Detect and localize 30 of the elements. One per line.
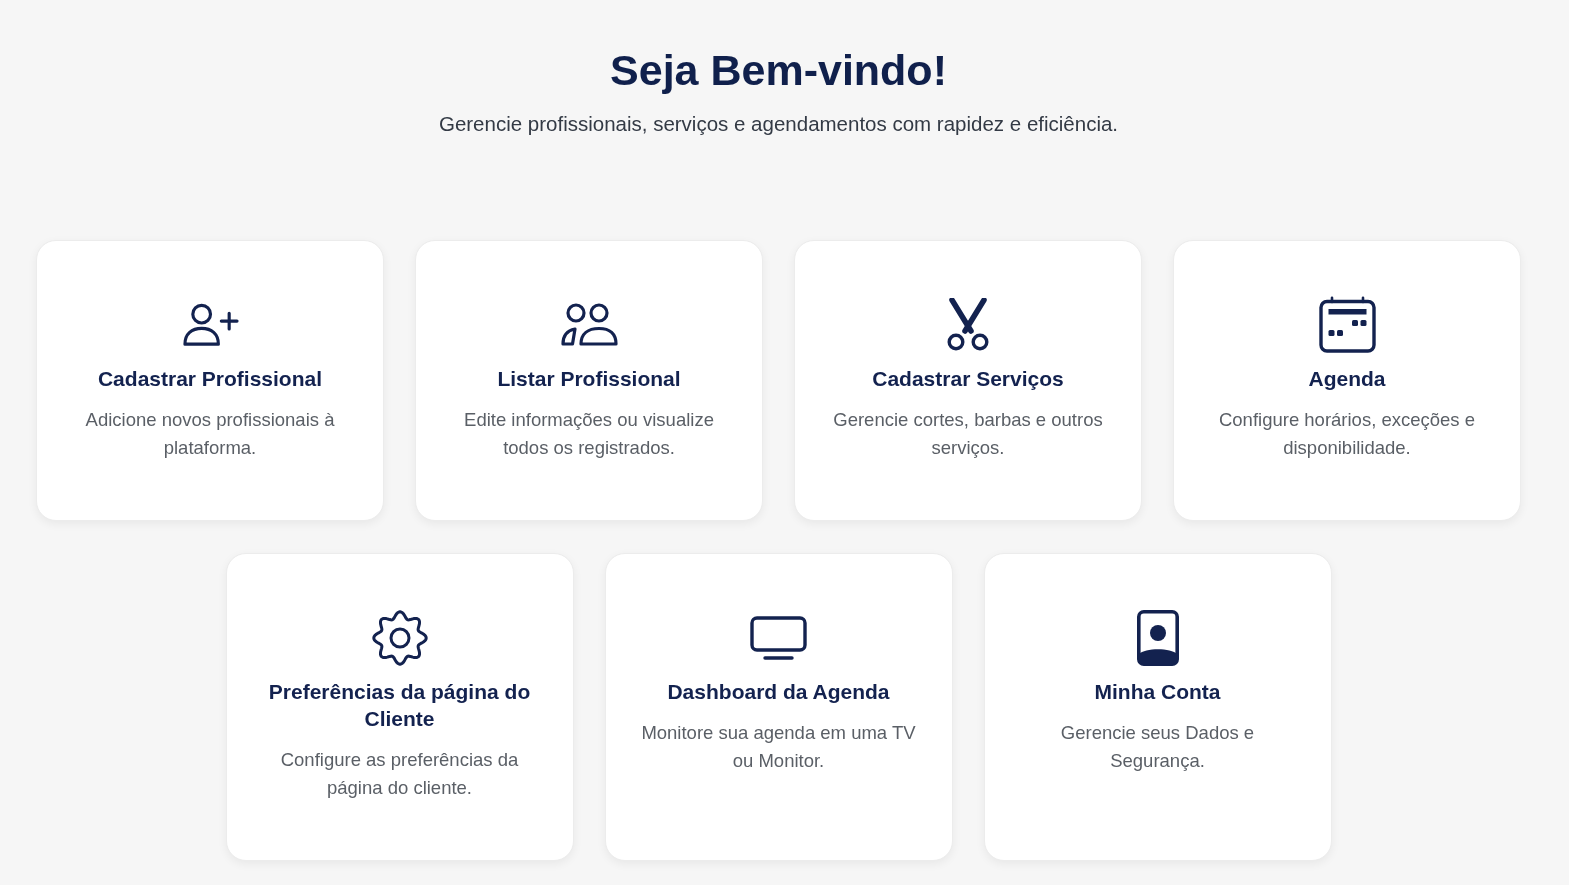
scissors-icon [947, 298, 989, 351]
card-description: Edite informações ou visualize todos os registrados. [463, 408, 715, 460]
card-title: Dashboard da Agenda [667, 679, 890, 705]
card-title: Minha Conta [1094, 679, 1221, 705]
card-description: Configure horários, exceções e disponibilidade. [1217, 408, 1477, 460]
menu-card[interactable]: Cadastrar Serviços Gerencie cortes, barbas e outros serviços. [794, 240, 1142, 521]
user-plus-icon [181, 302, 239, 347]
settings-icon [371, 609, 428, 666]
card-title: Preferências da página do Cliente [267, 679, 532, 732]
menu-card[interactable]: Preferências da página do Cliente Configure as preferências da página do cliente. [225, 553, 574, 861]
welcome-title: Seja Bem-vindo! [610, 45, 947, 96]
card-description: Gerencie seus Dados e Segurança. [1059, 721, 1256, 773]
card-title: Listar Profissional [497, 366, 681, 392]
menu-card[interactable]: Cadastrar Profissional Adicione novos profissionais à plataforma. [36, 240, 384, 521]
card-title: Cadastrar Profissional [97, 366, 323, 392]
menu-card[interactable]: Agenda Configure horários, exceções e disponibilidade. [1173, 240, 1521, 521]
welcome-subtitle: Gerencie profissionais, serviços e agendamentos com rapidez e eficiência. [438, 111, 1119, 137]
card-description: Gerencie cortes, barbas e outros serviços. [832, 408, 1104, 460]
account-portrait-icon [1136, 609, 1179, 666]
menu-card[interactable]: Dashboard da Agenda Monitore sua agenda em uma TV ou Monitor. [604, 553, 953, 861]
menu-card[interactable]: Listar Profissional Edite informações ou visualize todos os registrados. [415, 240, 763, 521]
card-description: Monitore sua agenda em uma TV ou Monitor. [640, 721, 917, 773]
menu-card[interactable]: Minha Conta Gerencie seus Dados e Segurança. [983, 553, 1332, 861]
card-description: Configure as preferências da página do cliente. [279, 748, 520, 800]
card-title: Cadastrar Serviços [872, 366, 1064, 392]
card-description: Adicione novos profissionais à plataforma. [84, 408, 336, 460]
monitor-icon [750, 615, 807, 660]
calendar-icon [1318, 296, 1376, 353]
users-icon [560, 303, 618, 346]
card-title: Agenda [1308, 366, 1386, 392]
